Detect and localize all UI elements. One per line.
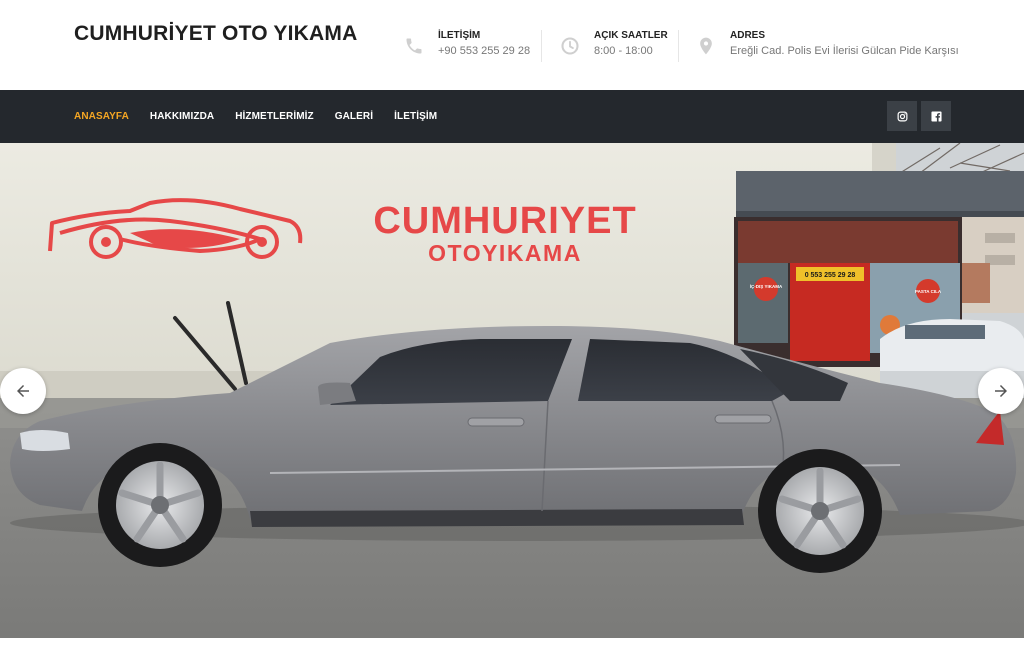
contact-hours-value: 8:00 - 18:00	[594, 45, 653, 57]
divider	[541, 30, 542, 62]
contact-hours-label: AÇIK SAATLER	[594, 30, 668, 41]
nav-item-services[interactable]: HİZMETLERİMİZ	[235, 111, 314, 122]
shop-phone-text: 0 553 255 29 28	[805, 272, 856, 279]
location-pin-icon	[700, 37, 712, 55]
contact-phone: İLETİŞİM +90 553 255 29 28	[404, 29, 530, 63]
instagram-button[interactable]	[887, 101, 917, 131]
nav-item-contact[interactable]: İLETİŞİM	[394, 111, 437, 122]
shop-badge-wash: İÇ-DIŞ YIKAMA	[750, 283, 783, 289]
site-logo-text[interactable]: CUMHURİYET OTO YIKAMA	[74, 22, 357, 46]
hero-slide-image: 0 553 255 29 28 İÇ-DIŞ YIKAMA PASTA CILA…	[0, 143, 1024, 638]
arrow-right-icon	[995, 385, 1007, 397]
facebook-icon	[930, 110, 942, 122]
contact-hours: AÇIK SAATLER 8:00 - 18:00	[560, 29, 668, 63]
nav-item-home[interactable]: ANASAYFA	[74, 111, 129, 122]
contact-phone-value[interactable]: +90 553 255 29 28	[438, 43, 530, 59]
site-header: CUMHURİYET OTO YIKAMA İLETİŞİM +90 553 2…	[0, 0, 1024, 90]
shop-badge-polish: PASTA CILA	[915, 289, 942, 294]
main-navbar: ANASAYFA HAKKIMIZDA HİZMETLERİMİZ GALERİ…	[0, 90, 1024, 143]
instagram-icon	[897, 111, 907, 121]
slider-prev-button[interactable]	[0, 368, 46, 414]
slider-next-button[interactable]	[978, 368, 1024, 414]
shop-awning	[736, 171, 1024, 213]
arrow-left-icon	[17, 385, 29, 397]
sign-text-line2: OTOYIKAMA	[428, 240, 582, 266]
hero-slider: 0 553 255 29 28 İÇ-DIŞ YIKAMA PASTA CILA…	[0, 143, 1024, 638]
facebook-button[interactable]	[921, 101, 951, 131]
divider	[678, 30, 679, 62]
clock-icon	[561, 37, 579, 55]
nav-item-about[interactable]: HAKKIMIZDA	[150, 111, 214, 122]
main-menu: ANASAYFA HAKKIMIZDA HİZMETLERİMİZ GALERİ…	[74, 90, 458, 143]
phone-icon	[406, 38, 422, 54]
contact-address-label: ADRES	[730, 30, 766, 41]
sign-text-line1: CUMHURIYET	[373, 200, 636, 242]
contact-address-value: Ereğli Cad. Polis Evi İlerisi Gülcan Pid…	[730, 45, 959, 57]
nav-item-gallery[interactable]: GALERİ	[335, 111, 373, 122]
contact-address: ADRES Ereğli Cad. Polis Evi İlerisi Gülc…	[696, 29, 959, 63]
contact-phone-label: İLETİŞİM	[438, 30, 481, 41]
